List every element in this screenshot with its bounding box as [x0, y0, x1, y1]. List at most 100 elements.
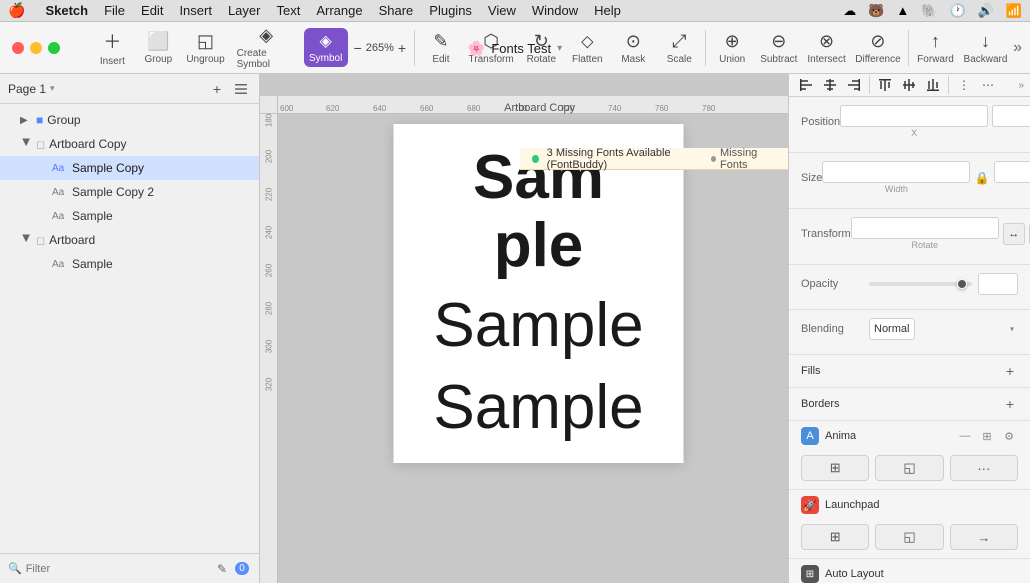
opacity-thumb[interactable] [957, 279, 967, 289]
launchpad-plugin-body: ⊞ ◱ → [789, 520, 1030, 558]
menubar-layer[interactable]: Layer [228, 3, 261, 18]
menubar-insert[interactable]: Insert [179, 3, 212, 18]
forward-button[interactable]: ↑ Forward [913, 27, 958, 69]
menubar-text[interactable]: Text [276, 3, 300, 18]
canvas-area[interactable]: 3 Missing Fonts Available (FontBuddy) Mi… [260, 74, 788, 583]
create-symbol-icon: ◈ [259, 25, 273, 46]
toolbar-more[interactable]: » [1013, 39, 1022, 57]
anima-gear-button[interactable]: ⚙ [1000, 427, 1018, 445]
anima-btn-3[interactable]: ··· [950, 455, 1018, 481]
menubar-view[interactable]: View [488, 3, 516, 18]
symbol-button[interactable]: ◈ Symbol [304, 28, 348, 67]
fills-add-button[interactable]: + [1002, 363, 1018, 379]
menubar-plugins[interactable]: Plugins [429, 3, 472, 18]
opacity-slider[interactable] [869, 282, 972, 286]
align-center-h-button[interactable] [819, 74, 841, 96]
search-input[interactable] [26, 563, 209, 575]
align-more-button[interactable]: » [1018, 79, 1024, 91]
maximize-button[interactable] [48, 42, 60, 54]
rotate-icon: ↻ [534, 31, 549, 52]
size-lock-icon[interactable]: 🔒 [974, 161, 990, 194]
size-w-col: Width [822, 161, 970, 194]
layer-item-artboard[interactable]: ▶ ◻ Artboard [0, 228, 259, 252]
page-selector[interactable]: Page 1 ▾ [8, 82, 55, 96]
pos-x-input[interactable] [840, 105, 988, 127]
layer-item-sample-ac[interactable]: Aa Sample [0, 204, 259, 228]
anima-minimize-button[interactable]: — [956, 427, 974, 445]
zoom-control[interactable]: − 265% + [350, 36, 410, 60]
zoom-decrease-icon[interactable]: − [354, 40, 362, 56]
subtract-button[interactable]: ⊖ Subtract [756, 27, 801, 69]
menubar: 🍎 Sketch File Edit Insert Layer Text Arr… [0, 0, 1030, 22]
sidebar-settings-button[interactable] [231, 79, 251, 99]
difference-button[interactable]: ⊘ Difference [852, 27, 905, 69]
menubar-edit[interactable]: Edit [141, 3, 163, 18]
mask-button[interactable]: ⊙ Mask [611, 27, 655, 69]
pos-y-input[interactable] [992, 105, 1030, 127]
position-row: Position X Y [801, 105, 1018, 138]
page-chevron-icon: ▾ [50, 83, 55, 94]
launchpad-plugin-header[interactable]: 🚀 Launchpad [789, 490, 1030, 520]
layer-item-sample-copy-2[interactable]: Aa Sample Copy 2 [0, 180, 259, 204]
edit-button[interactable]: ✎ Edit [419, 27, 463, 69]
group-button[interactable]: ⬜ Group [136, 27, 180, 69]
layer-item-sample-copy[interactable]: Aa Sample Copy [0, 156, 259, 180]
flip-h-button[interactable]: ↔ [1003, 223, 1025, 245]
layer-item-group[interactable]: ▶ ■ Group [0, 108, 259, 132]
union-button[interactable]: ⊕ Union [710, 27, 754, 69]
fills-section: Fills + [789, 355, 1030, 388]
anima-btn-2[interactable]: ◱ [875, 455, 943, 481]
create-symbol-button[interactable]: ◈ Create Symbol [231, 21, 302, 74]
align-center-v-button[interactable] [898, 74, 920, 96]
scale-button[interactable]: ⤢ Scale [657, 27, 701, 69]
anima-plugin-header[interactable]: A Anima — ⊞ ⚙ [789, 421, 1030, 451]
ungroup-button[interactable]: ◱ Ungroup [182, 27, 228, 69]
align-top-button[interactable] [874, 74, 896, 96]
size-w-label: Width [822, 184, 970, 194]
intersect-button[interactable]: ⊗ Intersect [803, 27, 849, 69]
flatten-button[interactable]: ⬦ Flatten [565, 27, 609, 69]
artboard[interactable]: Sam ple Sample Sample [394, 124, 684, 463]
rotate-input[interactable] [851, 217, 999, 239]
menubar-sketch[interactable]: Sketch [45, 3, 88, 18]
missing-fonts-text: Missing Fonts [720, 147, 776, 171]
size-w-input[interactable] [822, 161, 970, 183]
launchpad-btn-1[interactable]: ⊞ [801, 524, 869, 550]
minimize-button[interactable] [30, 42, 42, 54]
search-filter-button[interactable]: 0 [233, 560, 251, 578]
launchpad-btn-3[interactable]: → [950, 524, 1018, 550]
search-pencil-button[interactable]: ✎ [213, 560, 231, 578]
size-h-input[interactable] [994, 161, 1030, 183]
insert-button[interactable]: ＋ Insert [90, 24, 134, 71]
align-divider-2 [948, 76, 949, 94]
menubar-window[interactable]: Window [532, 3, 578, 18]
menubar-share[interactable]: Share [379, 3, 414, 18]
rotate-button[interactable]: ↻ Rotate [519, 27, 563, 69]
menubar-arrange[interactable]: Arrange [316, 3, 362, 18]
rotate-label: Rotate [527, 54, 556, 65]
distribute-h-button[interactable]: ⋮ [953, 74, 975, 96]
blending-select[interactable]: Normal [869, 318, 915, 340]
launchpad-btn-2[interactable]: ◱ [875, 524, 943, 550]
opacity-input[interactable] [978, 273, 1018, 295]
distribute-v-button[interactable]: ⋯ [977, 74, 999, 96]
layer-item-sample-a[interactable]: Aa Sample [0, 252, 259, 276]
anima-btn-1[interactable]: ⊞ [801, 455, 869, 481]
menubar-help[interactable]: Help [594, 3, 621, 18]
autolayout-plugin-header[interactable]: ⊞ Auto Layout [789, 559, 1030, 583]
anima-settings-button[interactable]: ⊞ [978, 427, 996, 445]
align-left-button[interactable] [795, 74, 817, 96]
apple-icon[interactable]: 🍎 [8, 2, 25, 19]
transform-button[interactable]: ⬡ Transform [465, 27, 517, 69]
align-bottom-button[interactable] [922, 74, 944, 96]
backward-label: Backward [964, 54, 1008, 65]
align-right-button[interactable] [843, 74, 865, 96]
layer-item-artboard-copy[interactable]: ▶ ◻ Artboard Copy [0, 132, 259, 156]
sidebar-add-button[interactable]: + [207, 79, 227, 99]
borders-add-button[interactable]: + [1002, 396, 1018, 412]
edit-icon: ✎ [433, 31, 448, 52]
menubar-file[interactable]: File [104, 3, 125, 18]
zoom-increase-icon[interactable]: + [398, 40, 406, 56]
backward-button[interactable]: ↓ Backward [960, 27, 1011, 69]
close-button[interactable] [12, 42, 24, 54]
